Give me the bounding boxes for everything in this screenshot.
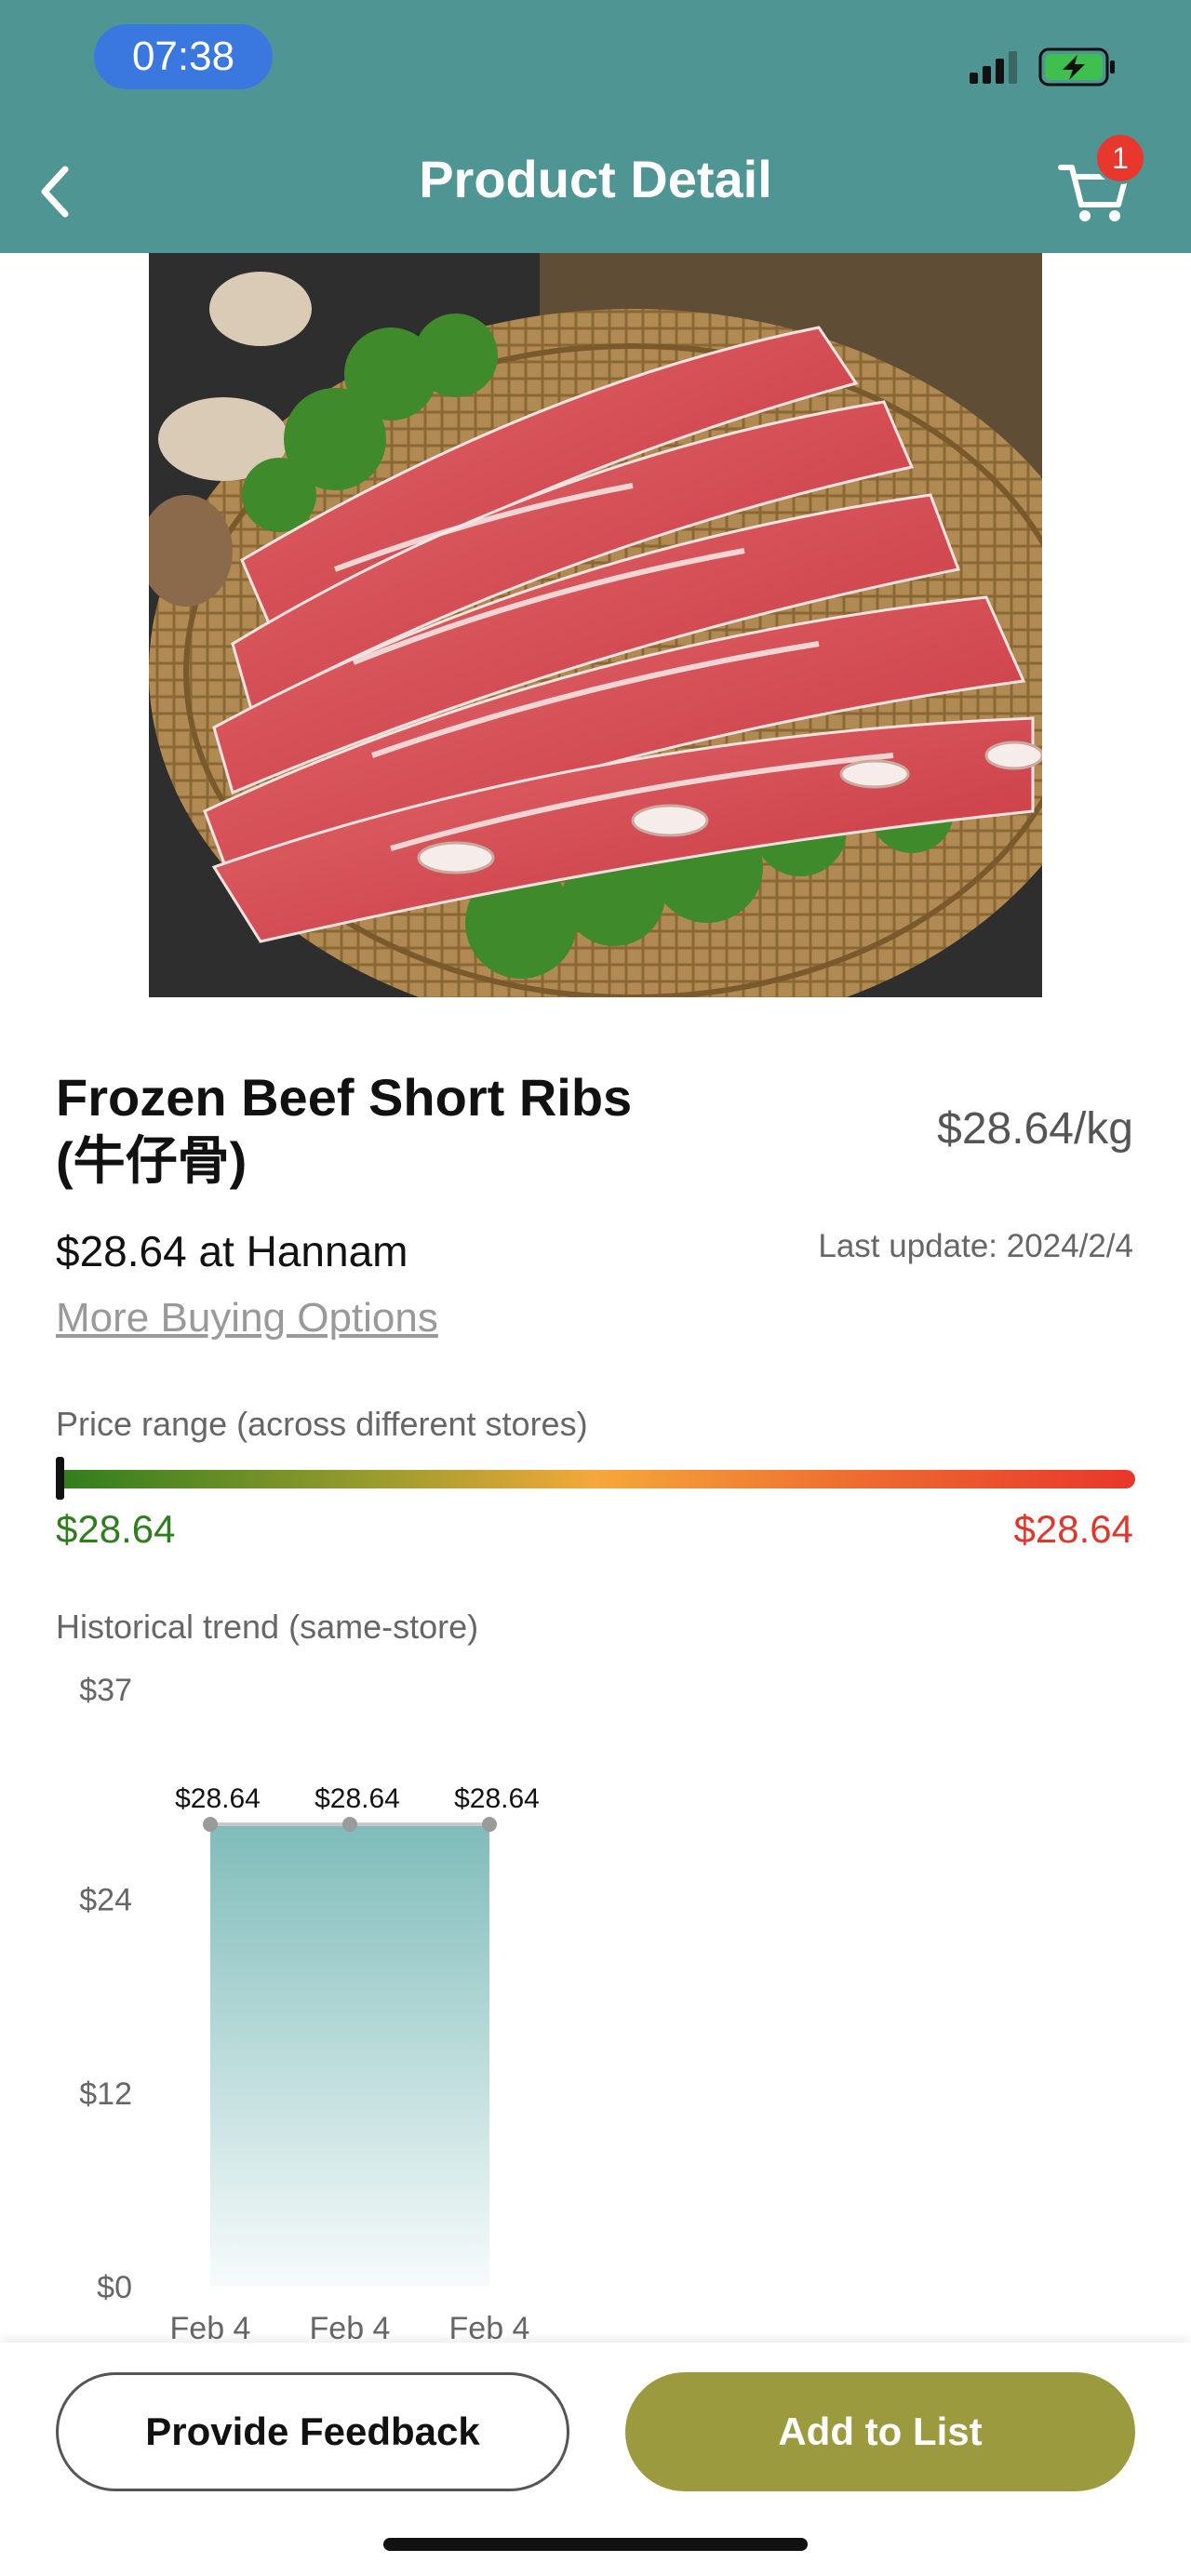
product-name-line2: (牛仔骨): [56, 1131, 248, 1190]
y-tick-label: $37: [79, 1673, 132, 1708]
product-image: [149, 253, 1042, 997]
product-name: Frozen Beef Short Ribs (牛仔骨): [56, 1066, 707, 1193]
y-tick-label: $12: [79, 2076, 132, 2112]
battery-charging-icon: [1038, 47, 1115, 87]
x-tick-label: Feb 4: [310, 2311, 391, 2344]
trend-data-label: $28.64: [175, 1783, 261, 1814]
more-buying-options-link[interactable]: More Buying Options: [56, 1295, 438, 1341]
trend-point: [482, 1817, 497, 1833]
y-tick-label: $24: [79, 1883, 132, 1918]
page-title: Product Detail: [419, 150, 772, 208]
trend-area: [210, 1824, 489, 2287]
trend-data-label: $28.64: [454, 1783, 540, 1814]
trend-point: [342, 1817, 357, 1833]
provide-feedback-button[interactable]: Provide Feedback: [56, 2372, 569, 2491]
historical-trend-label: Historical trend (same-store): [56, 1608, 479, 1646]
signal-icon: [970, 51, 1017, 84]
store-price: $28.64 at Hannam: [56, 1227, 408, 1275]
x-tick-label: Feb 4: [170, 2311, 251, 2344]
price-range-label: Price range (across different stores): [56, 1405, 588, 1443]
product-name-line1: Frozen Beef Short Ribs: [56, 1068, 633, 1127]
price-range-max: $28.64: [1013, 1507, 1133, 1551]
y-tick-label: $0: [97, 2270, 132, 2305]
trend-point: [203, 1817, 218, 1833]
home-indicator: [383, 2538, 808, 2551]
price-range-min: $28.64: [56, 1507, 176, 1551]
price-range-bar: [56, 1470, 1135, 1488]
cart-count-badge: 1: [1094, 132, 1146, 184]
historical-trend-chart: $0 $12 $24 $37 $28.64 Feb 4 $28.64 Feb 4 $28.64 F…: [79, 1673, 540, 2344]
price-range-marker: [56, 1457, 64, 1500]
unit-price: $28.64/kg: [937, 1104, 1133, 1154]
add-to-list-button[interactable]: Add to List: [625, 2372, 1135, 2491]
last-update: Last update: 2024/2/4: [818, 1228, 1133, 1264]
x-tick-label: Feb 4: [449, 2311, 530, 2344]
status-time: 07:38: [94, 24, 273, 89]
trend-data-label: $28.64: [314, 1783, 400, 1814]
